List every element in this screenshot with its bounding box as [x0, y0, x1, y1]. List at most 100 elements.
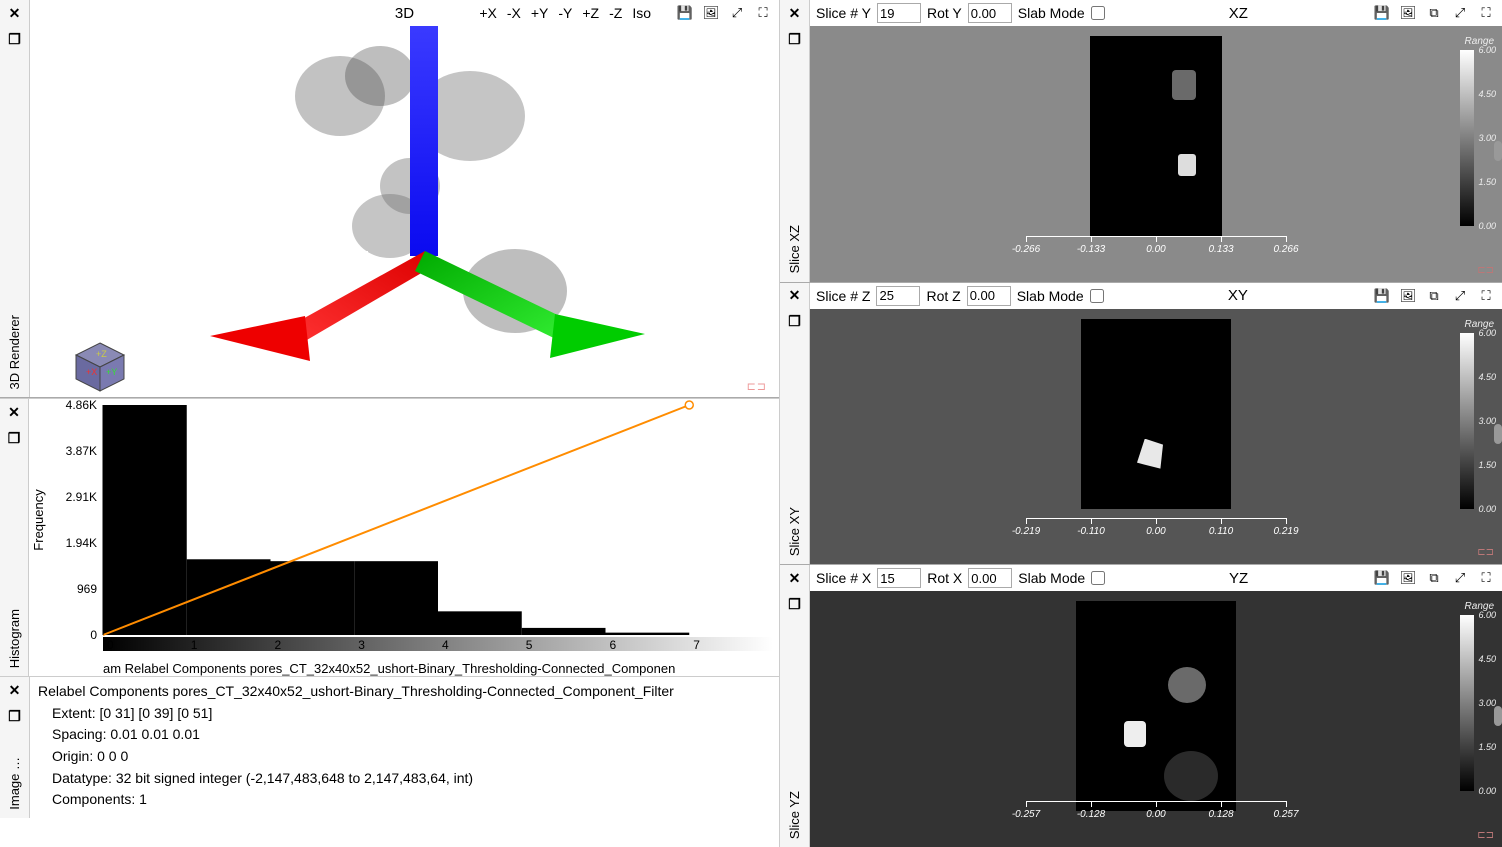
- close-3d-button[interactable]: ✕: [2, 2, 28, 24]
- svg-text:+Y: +Y: [106, 367, 117, 377]
- info-heading: Relabel Components pores_CT_32x40x52_ush…: [38, 681, 771, 703]
- dock-slice-xz-button[interactable]: ❐: [782, 28, 808, 50]
- range-colorbar: Range 6.004.503.001.500.00: [1452, 601, 1496, 801]
- save-icon[interactable]: 💾: [1372, 286, 1392, 306]
- slice-xz-view[interactable]: -0.266-0.1330.000.1330.266 Range 6.004.5…: [810, 26, 1502, 282]
- axis-btn-nx[interactable]: -X: [505, 5, 523, 21]
- slice-xy-view[interactable]: -0.219-0.1100.000.1100.219 Range 6.004.5…: [810, 309, 1502, 565]
- panel-label-slice-xy: Slice XY: [787, 507, 802, 556]
- sidebar-slice-xz: ✕ ❐ Slice XZ: [780, 0, 810, 282]
- svg-text:7: 7: [693, 638, 700, 652]
- toolbar-3d: 3D +X -X +Y -Y +Z -Z Iso 💾 🖼 ⤢ ⛶: [30, 0, 779, 26]
- expand-icon[interactable]: ⤢: [1450, 3, 1470, 23]
- dock-histogram-button[interactable]: ❐: [1, 427, 27, 449]
- spacing-label: Spacing:: [52, 726, 106, 742]
- slab-xy-checkbox[interactable]: [1090, 289, 1104, 303]
- axis-btn-px[interactable]: +X: [477, 5, 499, 21]
- slice-z-label: Slice # Z: [816, 288, 870, 304]
- sidebar-imageinfo: ✕ ❐ Image …: [0, 677, 30, 818]
- fullscreen-icon[interactable]: ⛶: [1476, 568, 1496, 588]
- svg-text:2.91K: 2.91K: [66, 490, 97, 504]
- axis-btn-nz[interactable]: -Z: [607, 5, 624, 21]
- axis-btn-ny[interactable]: -Y: [556, 5, 574, 21]
- components-label: Components:: [52, 791, 135, 807]
- close-slice-xy-button[interactable]: ✕: [782, 285, 808, 307]
- copy-icon[interactable]: ⧉: [1424, 568, 1444, 588]
- rot-z-input[interactable]: [967, 286, 1011, 306]
- axis-btn-pz[interactable]: +Z: [580, 5, 601, 21]
- scroll-thumb[interactable]: [1494, 424, 1502, 444]
- fullscreen-icon[interactable]: ⛶: [1476, 286, 1496, 306]
- plane-xy-label: XY: [1228, 287, 1248, 304]
- image-icon[interactable]: 🖼: [1398, 3, 1418, 23]
- slice-xy-axis: -0.219-0.1100.000.1100.219: [1026, 518, 1286, 548]
- svg-text:6: 6: [610, 638, 617, 652]
- scroll-thumb[interactable]: [1494, 706, 1502, 726]
- range-colorbar: Range 6.004.503.001.500.00: [1452, 36, 1496, 236]
- slab-xz-checkbox[interactable]: [1091, 6, 1105, 20]
- expand-icon[interactable]: ⤢: [727, 3, 747, 23]
- svg-text:3.87K: 3.87K: [66, 444, 97, 458]
- dock-3d-button[interactable]: ❐: [2, 28, 28, 50]
- panel-label-histogram: Histogram: [7, 609, 22, 668]
- image-icon[interactable]: 🖼: [701, 3, 721, 23]
- svg-text:2: 2: [275, 638, 282, 652]
- slice-y-label: Slice # Y: [816, 5, 871, 21]
- axis-btn-iso[interactable]: Iso: [630, 5, 653, 21]
- slice-y-input[interactable]: [877, 3, 921, 23]
- spacing-value: 0.01 0.01 0.01: [110, 726, 200, 742]
- slice-xz-axis: -0.266-0.1330.000.1330.266: [1026, 236, 1286, 266]
- copy-icon[interactable]: ⧉: [1424, 286, 1444, 306]
- title-3d: 3D: [395, 5, 414, 22]
- viewport-3d[interactable]: +X +Y +Z ⊏⊐: [30, 26, 779, 397]
- origin-label: Origin:: [52, 748, 93, 764]
- rot-z-label: Rot Z: [926, 288, 960, 304]
- dock-imageinfo-button[interactable]: ❐: [2, 705, 28, 727]
- save-icon[interactable]: 💾: [1372, 568, 1392, 588]
- slice-yz-view[interactable]: -0.257-0.1280.000.1280.257 Range 6.004.5…: [810, 591, 1502, 847]
- fullscreen-icon[interactable]: ⛶: [753, 3, 773, 23]
- expand-icon[interactable]: ⤢: [1450, 286, 1470, 306]
- plane-yz-label: YZ: [1229, 570, 1248, 587]
- close-histogram-button[interactable]: ✕: [1, 401, 27, 423]
- copy-icon[interactable]: ⧉: [1424, 3, 1444, 23]
- watermark-icon: ⊏⊐: [1477, 265, 1494, 276]
- rot-x-input[interactable]: [968, 568, 1012, 588]
- blob: [1178, 154, 1196, 176]
- blob: [1137, 439, 1163, 469]
- save-icon[interactable]: 💾: [675, 3, 695, 23]
- slab-xy-label: Slab Mode: [1017, 288, 1084, 304]
- slice-z-input[interactable]: [876, 286, 920, 306]
- slice-x-input[interactable]: [877, 568, 921, 588]
- fullscreen-icon[interactable]: ⛶: [1476, 3, 1496, 23]
- blob: [1164, 751, 1218, 801]
- watermark-icon: ⊏⊐: [1477, 547, 1494, 558]
- image-icon[interactable]: 🖼: [1398, 568, 1418, 588]
- dock-slice-xy-button[interactable]: ❐: [782, 311, 808, 333]
- close-slice-xz-button[interactable]: ✕: [782, 2, 808, 24]
- axis-btn-py[interactable]: +Y: [529, 5, 551, 21]
- dock-slice-yz-button[interactable]: ❐: [782, 593, 808, 615]
- svg-text:am Relabel Components pores_CT: am Relabel Components pores_CT_32x40x52_…: [103, 661, 675, 676]
- rot-y-input[interactable]: [968, 3, 1012, 23]
- close-slice-yz-button[interactable]: ✕: [782, 567, 808, 589]
- scroll-thumb[interactable]: [1494, 141, 1502, 161]
- svg-text:4.86K: 4.86K: [66, 399, 97, 412]
- svg-text:969: 969: [77, 582, 97, 596]
- toolbar-slice-xz: Slice # Y Rot Y Slab Mode XZ 💾 🖼 ⧉ ⤢ ⛶: [810, 0, 1502, 26]
- slab-yz-checkbox[interactable]: [1091, 571, 1105, 585]
- histogram-chart[interactable]: 0123456709691.94K2.91K3.87K4.86KFrequenc…: [29, 399, 779, 676]
- blob: [1172, 70, 1196, 100]
- save-icon[interactable]: 💾: [1372, 3, 1392, 23]
- blob: [1168, 667, 1206, 703]
- watermark-icon: ⊏⊐: [1477, 830, 1494, 841]
- svg-text:1: 1: [191, 638, 198, 652]
- orientation-cube-icon[interactable]: +X +Y +Z: [70, 337, 130, 397]
- expand-icon[interactable]: ⤢: [1450, 568, 1470, 588]
- close-imageinfo-button[interactable]: ✕: [2, 679, 28, 701]
- image-info-text: Relabel Components pores_CT_32x40x52_ush…: [30, 677, 779, 818]
- image-icon[interactable]: 🖼: [1398, 286, 1418, 306]
- datatype-value: 32 bit signed integer (-2,147,483,648 to…: [116, 770, 473, 786]
- svg-text:+X: +X: [86, 367, 97, 377]
- svg-text:0: 0: [90, 628, 97, 642]
